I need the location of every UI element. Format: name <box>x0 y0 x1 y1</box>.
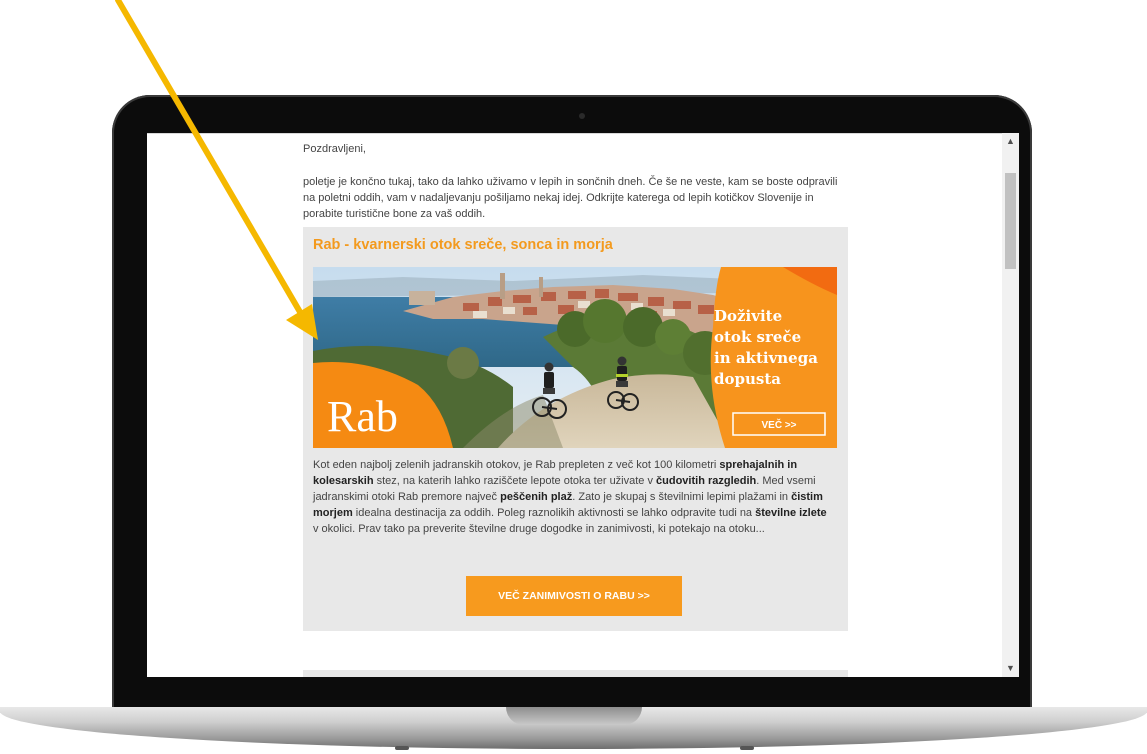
email-greeting: Pozdravljeni, <box>303 143 366 155</box>
scroll-up-icon[interactable]: ▲ <box>1002 133 1019 150</box>
description-highlight: številne izlete <box>755 507 827 519</box>
camera-icon <box>579 113 585 119</box>
scroll-down-icon[interactable]: ▼ <box>1002 660 1019 677</box>
banner-slogan-3: in aktivnega <box>714 349 818 367</box>
email-viewport: Pozdravljeni, poletje je končno tukaj, t… <box>147 133 1019 677</box>
description-text: v okolici. Prav tako pa preverite števil… <box>313 523 765 535</box>
email-body: Pozdravljeni, poletje je končno tukaj, t… <box>303 143 853 631</box>
article-description: Kot eden najbolj zelenih jadranskih otok… <box>313 457 833 537</box>
scrollbar-thumb[interactable] <box>1005 173 1016 269</box>
banner-slogan-4: dopusta <box>714 370 781 388</box>
banner-slogan-1: Doživite <box>714 307 782 325</box>
banner-more-label: VEČ >> <box>761 418 796 431</box>
article-title[interactable]: Rab - kvarnerski otok sreče, sonca in mo… <box>313 237 613 253</box>
description-highlight: čudovitih razgledih <box>656 475 757 487</box>
description-text: stez, na katerih lahko raziščete lepote … <box>373 475 657 487</box>
description-text: . Zato je skupaj s številnimi lepimi pla… <box>572 491 792 503</box>
banner-place-label: Rab <box>327 392 398 441</box>
email-intro: poletje je končno tukaj, tako da lahko u… <box>303 176 838 220</box>
description-text: Kot eden najbolj zelenih jadranskih otok… <box>313 459 720 471</box>
rab-banner-image[interactable]: Rab Doživite otok sreče in aktivnega dop… <box>313 267 837 448</box>
next-article-card <box>303 670 848 677</box>
description-text: idealna destinacija za oddih. Poleg razn… <box>352 507 756 519</box>
laptop-opening-notch <box>506 707 642 725</box>
rab-article-card: Rab - kvarnerski otok sreče, sonca in mo… <box>303 227 848 631</box>
description-highlight: peščenih plaž <box>500 491 573 503</box>
vertical-scrollbar[interactable]: ▲ ▼ <box>1002 133 1019 677</box>
laptop-bezel-bottom <box>147 677 1019 695</box>
banner-slogan-2: otok sreče <box>714 328 801 346</box>
more-about-rab-button[interactable]: VEČ ZANIMIVOSTI O RABU >> <box>466 576 682 616</box>
